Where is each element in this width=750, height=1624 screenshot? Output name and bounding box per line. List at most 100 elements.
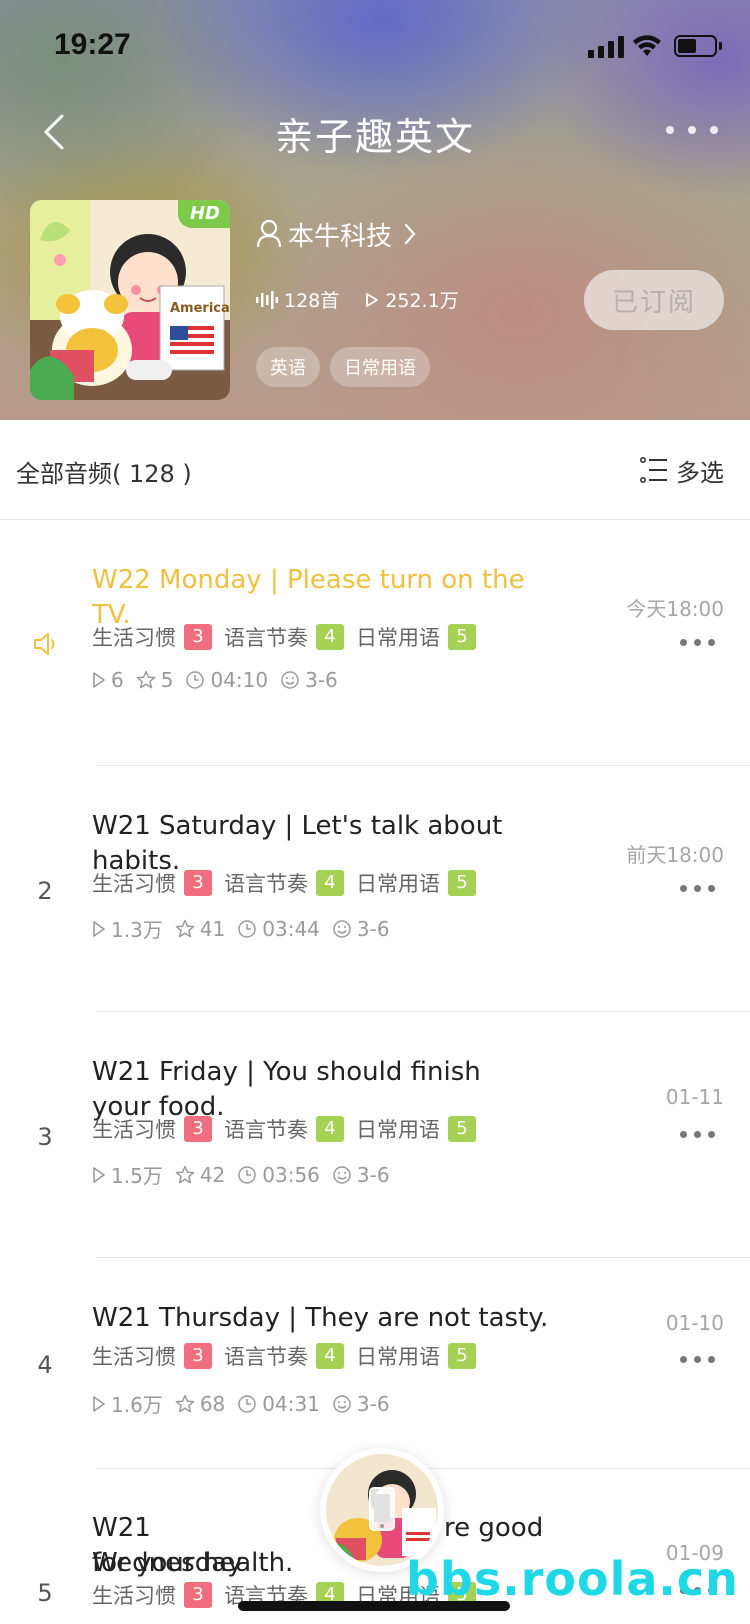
album-cover: America HD [30, 200, 230, 400]
track-tag: 日常用语 5 [356, 622, 476, 652]
tag-level-badge: 4 [316, 1116, 344, 1142]
track-index: 5 [37, 1579, 53, 1607]
track-title-tail: re good [444, 1513, 544, 1543]
cellular-signal-icon [588, 36, 624, 58]
track-plays: 1.5万 [111, 1164, 163, 1188]
speaker-playing-icon [34, 633, 55, 655]
multiselect-label: 多选 [676, 458, 724, 487]
track-plays: 1.6万 [111, 1393, 163, 1417]
battery-icon [674, 35, 722, 57]
tag-level-badge: 5 [448, 870, 476, 896]
smile-icon [333, 919, 351, 938]
author-link[interactable]: 本牛科技 [256, 214, 418, 254]
track-more-icon[interactable] [680, 638, 718, 648]
track-meta: 1.6万 68 04:31 3-6 [92, 1389, 402, 1418]
album-tag[interactable]: 日常用语 [330, 347, 430, 387]
clock-icon [238, 1394, 257, 1413]
clock-icon [238, 919, 257, 938]
tag-level-badge: 5 [448, 624, 476, 650]
track-row[interactable]: 4 W21 Thursday | They are not tasty. 01-… [0, 1259, 750, 1469]
list-select-icon [640, 457, 667, 483]
track-tags: 生活习惯 3 语言节奏 4 日常用语 5 [92, 868, 488, 898]
subscribe-button[interactable]: 已订阅 [584, 270, 724, 330]
tag-level-badge: 3 [184, 1582, 212, 1608]
album-tag[interactable]: 英语 [256, 347, 320, 387]
page-title: 亲子趣英文 [274, 115, 475, 159]
track-tag: 生活习惯 3 [92, 1341, 212, 1371]
wifi-icon [633, 35, 661, 56]
status-bar: 19:27 [0, 0, 750, 90]
tag-label: 生活习惯 [92, 1584, 176, 1608]
track-date: 今天18:00 [626, 597, 724, 621]
row-divider [96, 1257, 750, 1258]
album-stats: 128首 252.1万 [256, 286, 485, 313]
tag-level-badge: 4 [316, 624, 344, 650]
track-date: 01-10 [665, 1311, 724, 1335]
tag-label: 生活习惯 [92, 1118, 176, 1142]
back-arrow-icon[interactable] [36, 112, 76, 152]
play-count-icon [93, 920, 105, 937]
track-tag: 日常用语 5 [356, 1341, 476, 1371]
star-icon [136, 670, 156, 689]
tag-label: 语言节奏 [224, 1118, 308, 1142]
tag-label: 生活习惯 [92, 1345, 176, 1369]
watermark-text: bbs.roola.cn [406, 1552, 739, 1606]
track-favs: 68 [199, 1391, 226, 1416]
track-tag: 语言节奏 4 [224, 622, 344, 652]
tag-level-badge: 3 [184, 1343, 212, 1369]
track-date: 01-11 [665, 1085, 724, 1109]
track-title: W21 Thursday | They are not tasty. [92, 1303, 549, 1333]
tag-label: 日常用语 [356, 1118, 440, 1142]
play-count: 252.1万 [385, 290, 459, 312]
more-options-icon[interactable] [666, 118, 722, 142]
track-more-icon[interactable] [680, 884, 718, 894]
tag-level-badge: 5 [448, 1116, 476, 1142]
tag-label: 语言节奏 [224, 872, 308, 896]
track-row[interactable]: 3 W21 Friday | You should finish your fo… [0, 1013, 750, 1258]
track-age: 3-6 [356, 916, 390, 941]
track-age: 3-6 [305, 668, 338, 692]
tag-level-badge: 5 [448, 1343, 476, 1369]
track-date: 前天18:00 [626, 843, 724, 867]
track-tag: 生活习惯 3 [92, 622, 212, 652]
smile-icon [333, 1394, 351, 1413]
tag-level-badge: 4 [316, 1343, 344, 1369]
track-meta: 6 5 04:10 3-6 [92, 668, 350, 692]
tag-level-badge: 4 [316, 870, 344, 896]
track-favs: 41 [199, 916, 226, 941]
track-row[interactable]: 2 W21 Saturday | Let's talk about habits… [0, 767, 750, 1012]
star-icon [175, 1394, 195, 1412]
status-time: 19:27 [54, 28, 131, 61]
track-age: 3-6 [356, 1162, 390, 1187]
track-age: 3-6 [356, 1391, 390, 1416]
row-divider [96, 1011, 750, 1012]
smile-icon [333, 1165, 351, 1184]
track-more-icon[interactable] [680, 1130, 718, 1140]
track-tag: 语言节奏 4 [224, 1341, 344, 1371]
svg-text:America: America [170, 301, 230, 316]
track-tag: 语言节奏 4 [224, 1114, 344, 1144]
track-meta: 1.5万 42 03:56 3-6 [92, 1160, 402, 1189]
tag-level-badge: 3 [184, 624, 212, 650]
track-list-header: 全部音频( 128 ) 多选 [0, 420, 750, 520]
author-name: 本牛科技 [288, 221, 393, 252]
clock-icon [238, 1165, 257, 1184]
track-row[interactable]: W22 Monday | Please turn on the TV. 今天18… [0, 521, 750, 766]
tag-label: 生活习惯 [92, 872, 176, 896]
play-count-icon [93, 1395, 105, 1412]
track-duration: 03:56 [262, 1162, 320, 1187]
chevron-right-icon [404, 223, 416, 245]
audio-wave-icon [256, 290, 278, 309]
track-more-icon[interactable] [680, 1355, 718, 1365]
track-tag: 日常用语 5 [356, 868, 476, 898]
tag-label: 语言节奏 [224, 626, 308, 650]
track-tag: 日常用语 5 [356, 1114, 476, 1144]
multiselect-button[interactable]: 多选 [640, 450, 724, 490]
track-meta: 1.3万 41 03:44 3-6 [92, 914, 402, 943]
track-duration: 04:10 [210, 668, 269, 692]
track-favs: 5 [160, 668, 174, 692]
track-index: 4 [37, 1351, 53, 1379]
track-plays: 1.3万 [111, 918, 163, 942]
track-duration: 03:44 [262, 916, 320, 941]
tag-label: 日常用语 [356, 872, 440, 896]
